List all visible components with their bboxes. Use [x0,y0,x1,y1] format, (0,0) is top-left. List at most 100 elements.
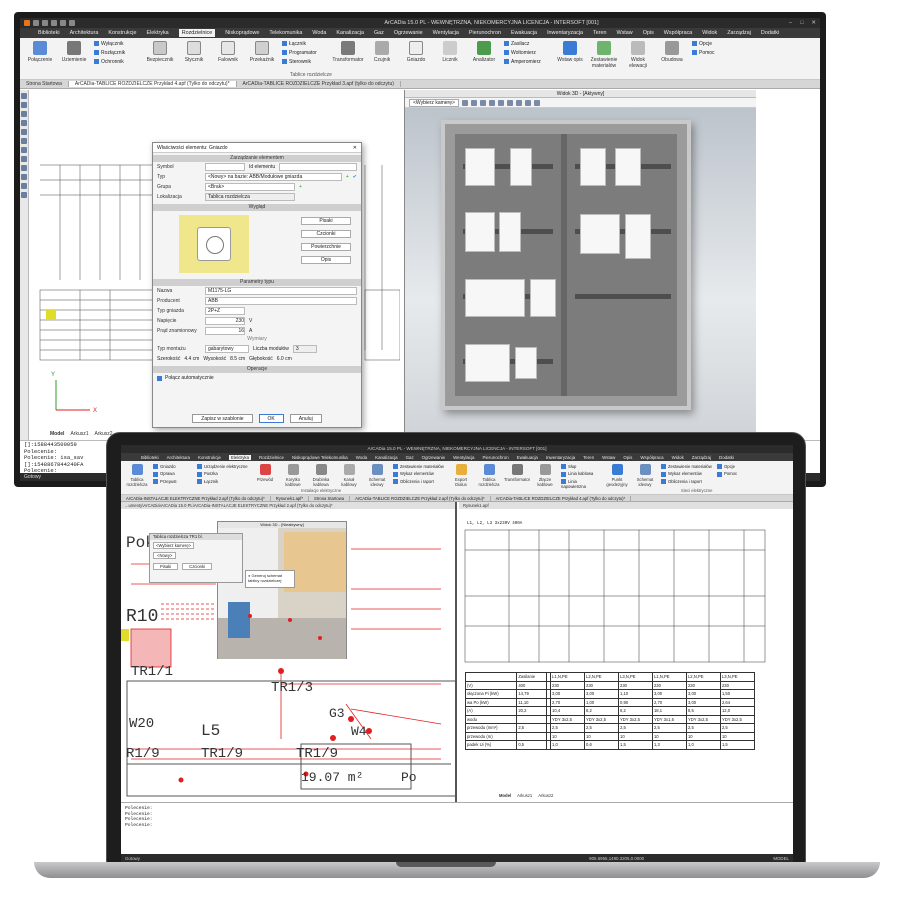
type-select[interactable]: <Nowy> [153,552,177,559]
group-select[interactable]: <Brak> [205,183,295,191]
menu-dodatki[interactable]: Dodatki [761,30,779,36]
menu-kanalizacja[interactable]: Kanalizacja [375,455,397,460]
orbit-icon[interactable] [461,99,468,106]
menu-wentylacja[interactable]: Wentylacja [453,455,474,460]
fonts-button[interactable]: Czcionki [301,230,351,238]
document-tab[interactable]: ArCADia-TABLICE ROZDZIELCZE Przykład 4.a… [491,495,632,501]
document-tab[interactable]: ArCADia-INSTALACJE ELEKTRYCZNE Przykład … [121,495,271,501]
relay-button[interactable]: Przekaźnik [248,41,276,79]
contactor-button[interactable]: Stycznik [180,41,208,79]
document-tab[interactable]: ArCADia-TABLICE ROZDZIELCZE Przykład 3.a… [237,81,401,87]
menu-wspo-praca[interactable]: Współpraca [664,30,692,36]
disconnector-button[interactable]: Rozłącznik [94,50,140,56]
menu-ewakuacja[interactable]: Ewakuacja [517,455,538,460]
grounding-button[interactable]: Uziemienie [60,41,88,79]
menu-gaz[interactable]: Gaz [374,30,384,36]
menu-pierunochron[interactable]: Pierunochron [483,455,509,460]
options-button[interactable]: Opcje [692,41,738,47]
section-header[interactable]: Wygląd [153,204,361,211]
transformer-button[interactable]: Transformator [332,41,364,79]
menu-kanalizacja[interactable]: Kanalizacja [336,30,364,36]
pens-button[interactable]: Pisaki [153,563,179,570]
menu-inwentaryzacja[interactable]: Inwentaryzacja [547,30,583,36]
surfaces-button[interactable]: Powierzchnie [301,243,351,251]
calculations-button[interactable]: Obliczenia i raport [393,479,445,484]
redo-icon[interactable] [69,20,75,26]
elevation-view-button[interactable]: Widok elewacji [624,41,652,79]
switch-button[interactable]: Wyłącznik [94,41,140,47]
cable-joint-button[interactable]: Złącze kablowe [533,464,557,494]
type-select[interactable]: <Nowy> na bazie: ABB/Modułowe gniazda [205,173,342,181]
bill-of-materials-button[interactable]: Zestawienie materiałów [393,464,445,469]
schematic-button[interactable]: Schemat ideowy [365,464,389,494]
modules-field[interactable]: 3 [292,345,317,353]
insert-description-button[interactable]: Wstaw opis [556,41,584,79]
menu-niskopradowe-telekomunika[interactable]: Niskoprądowe Telekomunika [292,455,348,460]
name-field[interactable]: M1175-LG [205,287,357,295]
fonts-button[interactable]: Czcionki [182,563,212,570]
pan-icon[interactable] [470,99,477,106]
wire-button[interactable]: Przewód [253,464,277,494]
socket-button[interactable]: Gniazdo [402,41,430,79]
tab-sheet1[interactable]: Arkusz1 [517,793,532,798]
menu-opis[interactable]: Opis [643,30,654,36]
tool-icon[interactable] [21,120,27,126]
fuse-button[interactable]: Bezpiecznik [146,41,174,79]
zoom-icon[interactable] [479,99,486,106]
tool-icon[interactable] [21,138,27,144]
distribution-board-button-2[interactable]: Tablica rozdzielcza [477,464,501,494]
light-icon[interactable] [506,99,513,106]
programmer-button[interactable]: Programator [282,50,328,56]
settings-icon[interactable] [515,99,522,106]
pens-button[interactable]: Pisaki [301,217,351,225]
pole-button[interactable]: Słup [561,464,601,469]
connector-button[interactable]: Łącznik [282,41,328,47]
tool-icon[interactable] [21,129,27,135]
camera-icon[interactable] [497,99,504,106]
tool-icon[interactable] [21,174,27,180]
help-button[interactable]: Pomoc [692,50,738,56]
save-icon[interactable] [51,20,57,26]
quick-access-toolbar[interactable] [24,20,194,26]
voltmeter-button[interactable]: Woltomierz [504,50,550,56]
selection-marker[interactable] [121,629,129,641]
menu-niskopradowe[interactable]: Niskoprądowe [225,30,259,36]
menu-ogrzewanie[interactable]: Ogrzewanie [394,30,423,36]
tool-icon[interactable] [21,156,27,162]
menu-widok[interactable]: Widok [702,30,717,36]
passage-button[interactable]: Przepust [153,479,193,484]
tool-icon[interactable] [21,102,27,108]
section-header[interactable]: Operacje [153,366,361,373]
menu-ewakuacja[interactable]: Ewakuacja [511,30,537,36]
controller-button[interactable]: Sterownik [282,59,328,65]
menu-dodatki[interactable]: Dodatki [719,455,734,460]
tool-icon[interactable] [21,165,27,171]
camera-select[interactable]: <Wybierz kamerę> [153,542,195,549]
overhead-line-button[interactable]: Linia napowietrzna [561,479,601,489]
luminaire-button[interactable]: Oprawa [153,471,193,476]
geodetic-point-button[interactable]: Punkt geodezyjny [605,464,629,494]
surge-protector-button[interactable]: Ochronnik [94,59,140,65]
document-tab[interactable]: Strona Startowa [309,495,351,501]
auto-connect-checkbox[interactable]: Połącz automatycznie [153,373,361,383]
menu-rozdzielnice[interactable]: Rozdzielnice [259,455,284,460]
menu-elektryka[interactable]: Elektryka [228,454,252,460]
menu-pierunochron[interactable]: Pierunochron [469,30,501,36]
element-list-button[interactable]: Wykaz elementów [393,471,445,476]
menu-konstrukcje[interactable]: Konstrukcje [198,455,221,460]
home-icon[interactable] [533,99,540,106]
check-icon[interactable]: ✔ [353,174,357,180]
maximize-icon[interactable]: □ [800,20,803,26]
section-header[interactable]: Zarządzanie elementem [153,155,361,162]
menu-biblioteki[interactable]: Biblioteki [38,30,60,36]
menu-architektura[interactable]: Architektura [167,455,190,460]
schedule-sheet-view[interactable]: Rysunek1.apf L1, L2, L3 3x230V 400A Zasi… [459,502,793,802]
3d-view-panel[interactable]: Widok 3D - [Aktywny] <Wybierz kamerę> [404,90,756,440]
description-button[interactable]: Opis [301,256,351,264]
sensor-button[interactable]: Czujnik [368,41,396,79]
menu-ogrzewanie[interactable]: Ogrzewanie [422,455,445,460]
undo-icon[interactable] [60,20,66,26]
save-template-button[interactable]: Zapisz w szablonie [192,414,253,423]
view-icon[interactable] [524,99,531,106]
menu-inwentaryzacja[interactable]: Inwentaryzacja [546,455,575,460]
